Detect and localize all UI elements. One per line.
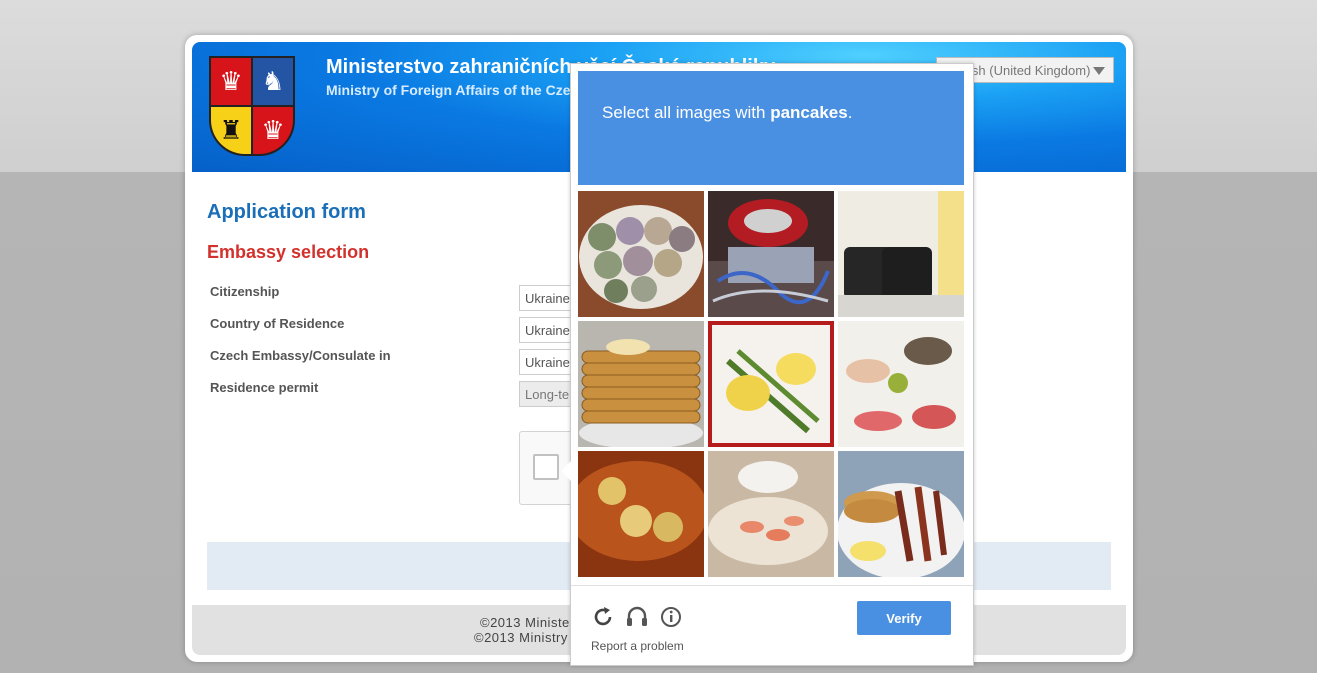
car-seats-image (838, 191, 964, 317)
pancakes-image (578, 321, 704, 447)
image-tile[interactable] (708, 451, 834, 577)
car-engine-image (708, 191, 834, 317)
info-icon[interactable] (658, 604, 684, 630)
challenge-divider (571, 585, 973, 586)
verify-button[interactable]: Verify (857, 601, 951, 635)
glasses-on-table-image (578, 451, 704, 577)
pancakes-with-bacon-image (838, 451, 964, 577)
image-tile[interactable] (578, 451, 704, 577)
residence-permit-label: Residence permit (210, 380, 319, 395)
image-tile[interactable] (578, 191, 704, 317)
image-tile[interactable] (838, 451, 964, 577)
image-tile[interactable] (838, 321, 964, 447)
image-tile[interactable] (578, 321, 704, 447)
shrimp-crepe-image (708, 451, 834, 577)
recaptcha-challenge: Select all images with pancakes. Report … (561, 63, 974, 666)
challenge-target: pancakes (770, 103, 848, 122)
recaptcha-checkbox[interactable] (533, 454, 559, 480)
sashimi-image (838, 321, 964, 447)
section-title: Embassy selection (207, 242, 370, 262)
audio-icon[interactable] (624, 604, 650, 630)
image-tile[interactable] (708, 191, 834, 317)
citizenship-label: Citizenship (210, 284, 280, 299)
challenge-header: Select all images with pancakes. (578, 71, 964, 185)
challenge-instruction: Select all images with pancakes. (602, 103, 853, 122)
country-of-residence-label: Country of Residence (210, 316, 345, 331)
report-problem-link[interactable]: Report a problem (591, 639, 684, 653)
page-title: Application form (207, 201, 366, 223)
eggs-benedict-image (708, 321, 834, 447)
reload-icon[interactable] (590, 604, 616, 630)
image-tile[interactable] (708, 321, 834, 447)
dumplings-image (578, 191, 704, 317)
coat-of-arms-logo: ♛ ♞ ♜ ♛ (209, 56, 295, 156)
image-grid (578, 191, 964, 577)
dropdown-arrow-icon (1093, 67, 1105, 75)
image-tile[interactable] (838, 191, 964, 317)
embassy-label: Czech Embassy/Consulate in (210, 348, 391, 363)
challenge-pointer (561, 461, 571, 481)
